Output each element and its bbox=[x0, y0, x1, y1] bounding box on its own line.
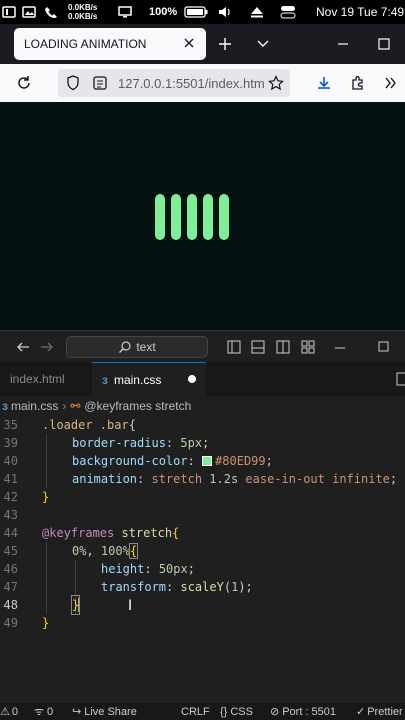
css-file-icon: ɜ bbox=[102, 372, 108, 387]
loader-bar bbox=[155, 194, 165, 240]
text-cursor bbox=[78, 598, 79, 612]
url-bar[interactable]: 127.0.0.1:5501/index.htm bbox=[58, 69, 290, 97]
breadcrumb-separator-icon: › bbox=[62, 399, 67, 413]
command-center-label: text bbox=[136, 340, 156, 354]
page-info-icon[interactable] bbox=[92, 75, 108, 91]
toggle-icon bbox=[280, 0, 296, 24]
code-line: 42} bbox=[3, 490, 50, 504]
customize-layout-icon[interactable] bbox=[301, 340, 315, 354]
problems-count: 0 bbox=[11, 705, 18, 718]
maximize-icon[interactable] bbox=[377, 37, 391, 51]
browser-toolbar: 127.0.0.1:5501/index.htm bbox=[0, 64, 405, 102]
tab-label: main.css bbox=[113, 372, 162, 387]
forward-arrow-icon[interactable] bbox=[40, 341, 54, 353]
breadcrumb: ɜ main.css › ⚯ @keyframes stretch bbox=[0, 396, 405, 416]
no-entry-icon: ⊘ bbox=[270, 706, 280, 718]
code-editor[interactable]: 35 .loader .bar{ 39 border-radius: 5px; 40… bbox=[0, 416, 405, 701]
toggle-primary-sidebar-icon[interactable] bbox=[227, 340, 241, 354]
minimize-icon[interactable] bbox=[334, 346, 346, 350]
braces-icon: {} bbox=[220, 705, 228, 718]
vscode-status-bar: ⚠ 0 ᯤ0 ↪ Live Share CRLF {} CSS ⊘ Port : 550… bbox=[0, 701, 405, 720]
download-icon[interactable] bbox=[316, 75, 332, 91]
code-line: 44 @keyframes stretch{ bbox=[3, 526, 180, 540]
url-text: 127.0.0.1:5501/index.htm bbox=[118, 75, 265, 91]
breadcrumb-symbol[interactable]: @keyframes stretch bbox=[84, 399, 191, 413]
css-file-icon: ɜ bbox=[2, 399, 8, 413]
unsaved-dot-icon[interactable] bbox=[188, 375, 196, 383]
color-swatch[interactable] bbox=[202, 456, 213, 466]
live-share-button[interactable]: ↪ Live Share bbox=[72, 702, 137, 720]
back-arrow-icon[interactable] bbox=[16, 341, 30, 353]
code-line: 43 bbox=[3, 508, 18, 522]
ports-indicator[interactable]: ᯤ0 bbox=[34, 702, 53, 720]
phone-icon bbox=[44, 0, 58, 24]
code-line: 40 background-color: #80ED99; bbox=[3, 454, 273, 468]
broadcast-icon: ᯤ bbox=[34, 706, 45, 718]
browser-tab-title: LOADING ANIMATION bbox=[24, 37, 147, 51]
command-center[interactable]: text bbox=[66, 336, 208, 358]
maximize-icon[interactable] bbox=[378, 341, 389, 352]
gallery-icon bbox=[22, 0, 36, 24]
date-time: Nov 19 Tue 7:49 bbox=[316, 5, 405, 19]
code-line: 45 0%, 100%{ bbox=[3, 543, 139, 559]
code-line: 49} bbox=[3, 616, 50, 630]
code-line: 41 animation: stretch 1.2s ease-in-out in… bbox=[3, 472, 398, 486]
search-icon bbox=[119, 341, 131, 353]
symbol-keyframes-icon: ⚯ bbox=[70, 399, 81, 413]
net-down-speed: 0.0KB/s bbox=[68, 12, 98, 21]
ibeam-pointer-icon: I bbox=[128, 598, 133, 614]
tab-index-html[interactable]: index.html bbox=[0, 362, 92, 396]
minimize-icon[interactable] bbox=[336, 37, 350, 51]
ports-count: 0 bbox=[47, 705, 54, 718]
reload-icon[interactable] bbox=[16, 75, 32, 91]
phone-status-bar: 0.0KB/s 0.0KB/s 100% Nov 19 Tue 7:49 bbox=[0, 0, 405, 24]
overflow-chevron-icon[interactable] bbox=[384, 76, 398, 90]
eol-indicator[interactable]: CRLF bbox=[181, 702, 210, 720]
battery-percent: 100% bbox=[149, 6, 178, 18]
toggle-panel-icon[interactable] bbox=[251, 340, 265, 354]
code-line: 39 border-radius: 5px; bbox=[3, 436, 210, 450]
editor-tabs: index.html ɜ main.css bbox=[0, 362, 405, 396]
double-check-icon: ✓ bbox=[356, 706, 366, 718]
browser-tab-strip: LOADING ANIMATION bbox=[0, 24, 405, 64]
toggle-secondary-sidebar-icon[interactable] bbox=[276, 340, 290, 354]
loader-bar bbox=[203, 194, 213, 240]
net-up-speed: 0.0KB/s bbox=[68, 3, 98, 12]
code-line: 47 transform: scaleY(1); bbox=[3, 580, 253, 594]
loader-bar bbox=[187, 194, 197, 240]
monitor-icon bbox=[118, 0, 132, 24]
split-editor-icon[interactable] bbox=[396, 372, 405, 386]
loader-bar bbox=[219, 194, 229, 240]
language-label: CSS bbox=[230, 705, 253, 718]
tab-main-css[interactable]: ɜ main.css bbox=[92, 362, 206, 396]
eject-icon bbox=[250, 0, 264, 24]
bookmark-star-icon[interactable] bbox=[268, 75, 284, 91]
shield-icon[interactable] bbox=[66, 75, 80, 91]
live-share-icon: ↪ bbox=[72, 706, 82, 718]
go-live-port[interactable]: ⊘ Port : 5501 bbox=[270, 702, 336, 720]
code-line: 46 height: 50px; bbox=[3, 562, 195, 576]
problems-indicator[interactable]: ⚠ 0 bbox=[0, 702, 18, 720]
vscode-title-bar: text bbox=[0, 330, 405, 362]
screenshot-icon bbox=[2, 0, 16, 24]
code-line: 48} I bbox=[3, 595, 133, 615]
warning-icon: ⚠ bbox=[0, 706, 10, 718]
language-mode[interactable]: {} CSS bbox=[220, 702, 253, 720]
battery-icon bbox=[184, 0, 208, 24]
chevron-down-icon[interactable] bbox=[256, 38, 270, 50]
port-label: Port : 5501 bbox=[282, 705, 337, 718]
code-line: 35 .loader .bar{ bbox=[3, 418, 136, 432]
network-speed: 0.0KB/s 0.0KB/s bbox=[68, 0, 97, 24]
close-icon[interactable] bbox=[182, 36, 196, 50]
new-tab-icon[interactable] bbox=[218, 37, 232, 51]
loader-bar bbox=[171, 194, 181, 240]
prettier-indicator[interactable]: ✓ Prettier bbox=[356, 702, 403, 720]
live-share-label: Live Share bbox=[84, 705, 137, 718]
extensions-icon[interactable] bbox=[350, 75, 366, 91]
breadcrumb-file[interactable]: main.css bbox=[11, 399, 58, 413]
volume-icon bbox=[218, 0, 232, 24]
tab-label: index.html bbox=[10, 372, 65, 386]
browser-tab[interactable]: LOADING ANIMATION bbox=[14, 28, 206, 60]
prettier-label: Prettier bbox=[367, 705, 403, 718]
